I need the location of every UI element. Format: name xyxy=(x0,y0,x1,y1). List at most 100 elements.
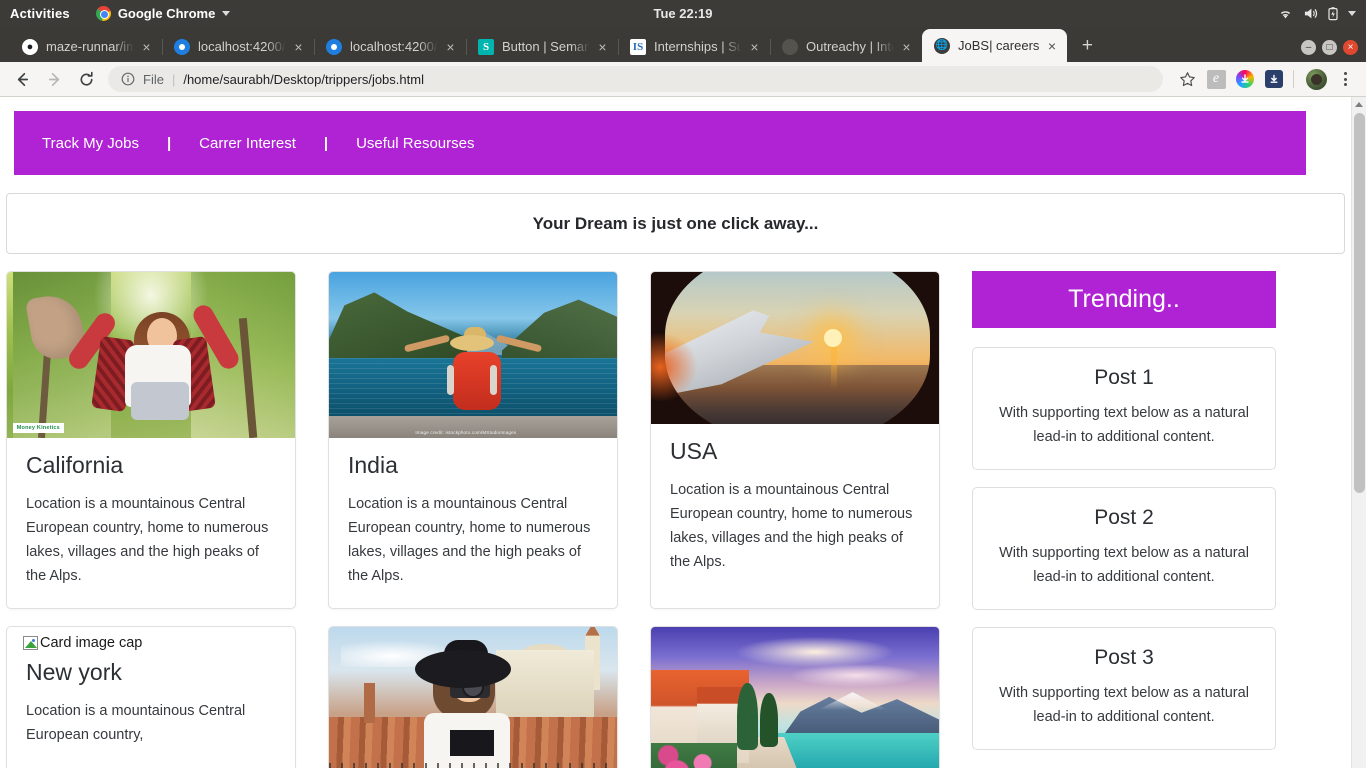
card-image-india: Image credit: istockphoto.com/MStudioIma… xyxy=(329,272,617,438)
card-body: New york Location is a mountainous Centr… xyxy=(7,651,295,767)
card-text: Location is a mountainous Central Europe… xyxy=(348,496,591,584)
card-image-california: Money Kinetics xyxy=(7,272,295,438)
post-title: Post 1 xyxy=(1094,366,1154,389)
angular-icon xyxy=(174,38,190,55)
card-image-rooftops xyxy=(329,627,617,768)
tab-title: JoBS| careers xyxy=(958,38,1040,53)
tab-title: maze-runnar/im xyxy=(46,39,134,54)
card-image-broken-placeholder: Card image cap xyxy=(7,627,295,651)
site-info-icon[interactable] xyxy=(120,72,135,87)
wifi-icon xyxy=(1278,8,1293,20)
nav-link-track-my-jobs[interactable]: Track My Jobs xyxy=(42,135,139,152)
nav-link-useful-resourses[interactable]: Useful Resourses xyxy=(356,135,474,152)
scrollbar-up-arrow-icon[interactable] xyxy=(1352,97,1366,112)
tab-close-icon[interactable]: × xyxy=(746,38,763,55)
browser-tab[interactable]: localhost:4200/c × xyxy=(314,31,466,62)
extension-e-icon[interactable]: e xyxy=(1203,66,1229,92)
hero-banner: Your Dream is just one click away... xyxy=(6,193,1345,254)
address-bar[interactable]: File | /home/saurabh/Desktop/trippers/jo… xyxy=(108,66,1163,92)
browser-tab[interactable]: Outreachy | Inte × xyxy=(770,31,922,62)
tab-title: Internships | Sum xyxy=(654,39,742,54)
activities-button[interactable]: Activities xyxy=(10,6,70,21)
destination-card[interactable]: Card image cap New york Location is a mo… xyxy=(6,626,296,768)
trending-sidebar: Trending.. Post 1 With supporting text b… xyxy=(972,271,1288,768)
card-image-usa xyxy=(651,272,939,424)
page-viewport: Track My Jobs | Carrer Interest | Useful… xyxy=(0,97,1366,768)
tab-close-icon[interactable]: × xyxy=(290,38,307,55)
bookmark-star-icon[interactable] xyxy=(1174,66,1200,92)
browser-tab[interactable]: localhost:4200/e × xyxy=(162,31,314,62)
card-title: California xyxy=(26,452,124,478)
kebab-glyph xyxy=(1343,72,1347,86)
card-title: USA xyxy=(670,438,718,464)
tab-close-icon[interactable]: × xyxy=(442,38,459,55)
card-body: California Location is a mountainous Cen… xyxy=(7,438,295,608)
url-scheme-label: File xyxy=(143,71,164,87)
volume-icon xyxy=(1303,7,1318,20)
profile-avatar-icon[interactable] xyxy=(1303,66,1329,92)
trending-post[interactable]: Post 3 With supporting text below as a n… xyxy=(972,627,1276,750)
scrollbar-thumb[interactable] xyxy=(1354,113,1365,493)
clock[interactable]: Tue 22:19 xyxy=(653,6,712,21)
download-colored-icon[interactable] xyxy=(1232,66,1258,92)
tab-close-icon[interactable]: × xyxy=(594,38,611,55)
nav-separator: | xyxy=(323,134,329,152)
tab-title: localhost:4200/e xyxy=(198,39,286,54)
tab-title: localhost:4200/c xyxy=(350,39,438,54)
card-text: Location is a mountainous Central Europe… xyxy=(26,703,246,743)
browser-tab-strip: ● maze-runnar/im × localhost:4200/e × lo… xyxy=(0,27,1366,62)
card-title: India xyxy=(348,452,398,478)
app-indicator-label: Google Chrome xyxy=(117,6,216,21)
destination-card[interactable]: USA Location is a mountainous Central Eu… xyxy=(650,271,940,609)
app-indicator-google-chrome[interactable]: Google Chrome xyxy=(95,6,231,21)
battery-charging-icon xyxy=(1328,6,1338,21)
chrome-menu-icon[interactable] xyxy=(1332,66,1358,92)
globe-icon: 🌐 xyxy=(934,37,950,54)
browser-tab[interactable]: IS Internships | Sum × xyxy=(618,31,770,62)
post-text: With supporting text below as a natural … xyxy=(999,405,1249,445)
destination-card[interactable] xyxy=(650,626,940,768)
browser-tab[interactable]: ● maze-runnar/im × xyxy=(10,31,162,62)
card-title: New york xyxy=(26,659,122,685)
destination-card[interactable]: Image credit: istockphoto.com/MStudioIma… xyxy=(328,271,618,609)
window-close-button[interactable]: × xyxy=(1343,40,1358,55)
destination-card[interactable] xyxy=(328,626,618,768)
reload-icon[interactable] xyxy=(72,65,100,93)
url-text: /home/saurabh/Desktop/trippers/jobs.html xyxy=(183,71,424,87)
trending-heading: Trending.. xyxy=(972,271,1276,328)
tab-close-icon[interactable]: × xyxy=(1043,37,1060,54)
image-watermark: Money Kinetics xyxy=(12,423,64,434)
trending-post[interactable]: Post 1 With supporting text below as a n… xyxy=(972,347,1276,470)
chrome-logo-icon xyxy=(95,6,111,21)
new-tab-button[interactable]: + xyxy=(1073,32,1101,60)
tab-close-icon[interactable]: × xyxy=(898,38,915,55)
page-scrollbar[interactable] xyxy=(1351,97,1366,768)
trending-post[interactable]: Post 2 With supporting text below as a n… xyxy=(972,487,1276,610)
browser-toolbar: File | /home/saurabh/Desktop/trippers/jo… xyxy=(0,62,1366,97)
system-tray[interactable] xyxy=(1278,6,1356,21)
destination-card[interactable]: Money Kinetics California Location is a … xyxy=(6,271,296,609)
card-body: USA Location is a mountainous Central Eu… xyxy=(651,424,939,594)
internshala-icon: IS xyxy=(630,38,646,55)
image-watermark: Image credit: istockphoto.com/MStudioIma… xyxy=(415,429,517,435)
page-content: Track My Jobs | Carrer Interest | Useful… xyxy=(0,97,1351,768)
browser-tab[interactable]: S Button | Semant × xyxy=(466,31,618,62)
window-maximize-button[interactable]: □ xyxy=(1322,40,1337,55)
github-icon: ● xyxy=(22,38,38,55)
nav-link-carrer-interest[interactable]: Carrer Interest xyxy=(199,135,296,152)
card-text: Location is a mountainous Central Europe… xyxy=(670,482,913,570)
broken-image-icon xyxy=(23,636,38,650)
image-alt-text: Card image cap xyxy=(40,635,143,651)
post-title: Post 3 xyxy=(1094,646,1154,669)
back-icon[interactable] xyxy=(8,65,36,93)
tab-close-icon[interactable]: × xyxy=(138,38,155,55)
tray-chevron-down-icon[interactable] xyxy=(1348,11,1356,16)
browser-tab-active[interactable]: 🌐 JoBS| careers × xyxy=(922,29,1068,62)
window-minimize-button[interactable]: – xyxy=(1301,40,1316,55)
window-controls: – □ × xyxy=(1301,40,1358,55)
download-blue-icon[interactable] xyxy=(1261,66,1287,92)
forward-icon[interactable] xyxy=(40,65,68,93)
nav-separator: | xyxy=(166,134,172,152)
chevron-down-icon xyxy=(222,11,231,16)
avatar xyxy=(1305,68,1327,90)
